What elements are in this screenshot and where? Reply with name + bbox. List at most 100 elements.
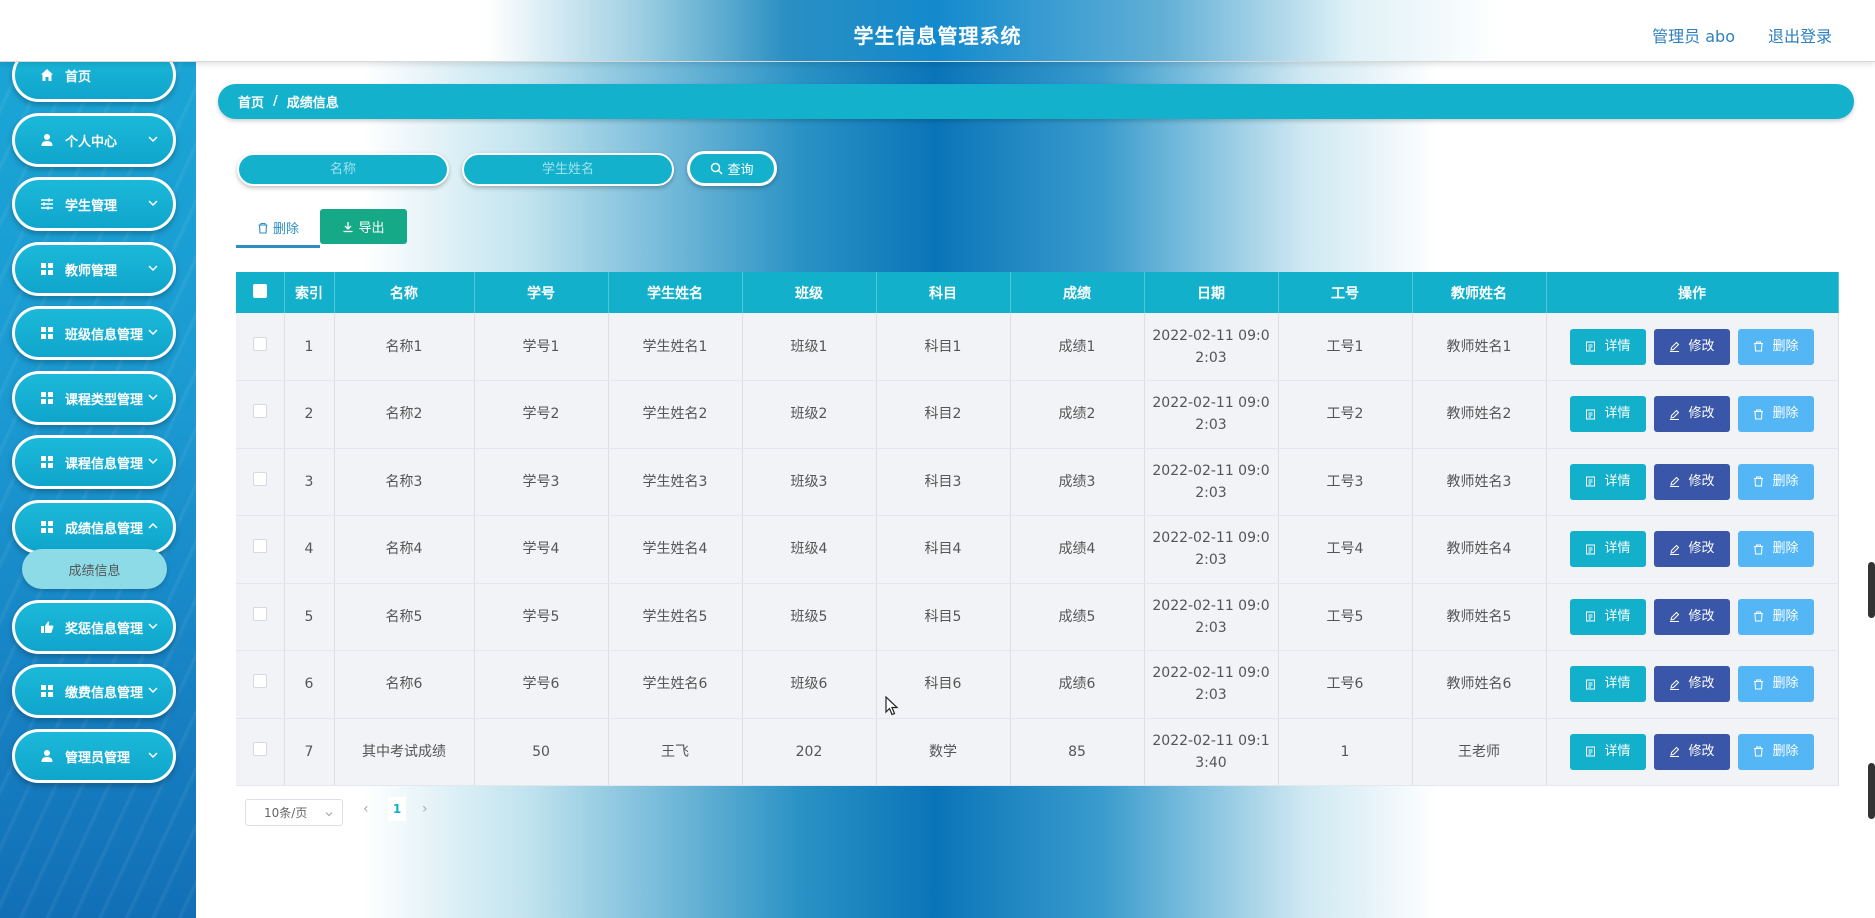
column-header: 班级 bbox=[742, 272, 877, 313]
name-cell: 名称2 bbox=[334, 380, 475, 449]
sidebar-item-admins[interactable]: 管理员管理 bbox=[12, 729, 176, 783]
edit-button[interactable]: 修改 bbox=[1654, 666, 1730, 703]
document-icon bbox=[1585, 341, 1600, 352]
download-icon bbox=[342, 221, 354, 233]
pencil-icon bbox=[1669, 341, 1684, 352]
student-cell: 学生姓名3 bbox=[608, 448, 743, 516]
teacher-cell: 教师姓名4 bbox=[1412, 515, 1547, 584]
sid-cell: 50 bbox=[474, 718, 609, 786]
delete-button[interactable]: 删除 bbox=[1738, 598, 1814, 635]
name-cell: 名称5 bbox=[334, 583, 475, 651]
row-checkbox[interactable] bbox=[252, 404, 267, 419]
chevron-down-icon bbox=[147, 197, 159, 213]
detail-button[interactable]: 详情 bbox=[1570, 531, 1646, 568]
row-checkbox[interactable] bbox=[252, 606, 267, 621]
tid-cell: 工号1 bbox=[1278, 313, 1413, 381]
search-button[interactable]: 查询 bbox=[687, 151, 777, 186]
mouse-cursor-icon bbox=[885, 695, 899, 720]
detail-button[interactable]: 详情 bbox=[1570, 463, 1646, 500]
edit-button[interactable]: 修改 bbox=[1654, 598, 1730, 635]
edit-button-label: 修改 bbox=[1688, 338, 1715, 354]
breadcrumb-home[interactable]: 首页 bbox=[238, 92, 264, 111]
table-row: 1 名称1 学号1 学生姓名1 班级1 科目1 成绩1 2022-02-11 09:0 2:03… bbox=[236, 313, 1839, 381]
select-all-header bbox=[236, 272, 285, 313]
sidebar-item-label: 教师管理 bbox=[65, 263, 118, 279]
detail-button-label: 详情 bbox=[1604, 608, 1631, 624]
sidebar-item-courses[interactable]: 课程信息管理 bbox=[12, 435, 176, 489]
row-checkbox[interactable] bbox=[252, 471, 267, 486]
chevron-down-icon bbox=[147, 455, 159, 471]
delete-button[interactable]: 删除 bbox=[1738, 396, 1814, 433]
sidebar-item-grades[interactable]: 成绩信息管理 bbox=[12, 500, 176, 554]
date-cell: 2022-02-11 09:0 2:03 bbox=[1144, 448, 1279, 516]
sidebar-item-home[interactable]: 首页 bbox=[12, 62, 176, 102]
export-label: 导出 bbox=[358, 221, 385, 236]
score-cell: 成绩2 bbox=[1010, 380, 1145, 449]
edit-button[interactable]: 修改 bbox=[1654, 396, 1730, 433]
breadcrumb: 首页 / 成绩信息 bbox=[218, 84, 1854, 119]
column-header: 操作 bbox=[1546, 272, 1839, 313]
batch-delete-button[interactable]: 删除 bbox=[236, 210, 320, 248]
prev-page-button[interactable]: ‹ bbox=[363, 801, 369, 817]
trash-icon bbox=[1753, 746, 1768, 757]
edit-button[interactable]: 修改 bbox=[1654, 463, 1730, 500]
row-actions-cell: 详情 修改 删除 bbox=[1546, 313, 1839, 381]
date-cell: 2022-02-11 09:1 3:40 bbox=[1144, 718, 1279, 786]
date-cell: 2022-02-11 09:0 2:03 bbox=[1144, 583, 1279, 651]
class-cell: 班级5 bbox=[742, 583, 877, 651]
chevron-down-icon bbox=[147, 749, 159, 765]
edit-button[interactable]: 修改 bbox=[1654, 531, 1730, 568]
delete-button[interactable]: 删除 bbox=[1738, 733, 1814, 770]
subject-cell: 科目4 bbox=[876, 515, 1011, 584]
index-cell: 5 bbox=[284, 583, 335, 651]
delete-button[interactable]: 删除 bbox=[1738, 328, 1814, 365]
sid-cell: 学号3 bbox=[474, 448, 609, 516]
sidebar-item-profile[interactable]: 个人中心 bbox=[12, 113, 176, 167]
detail-button[interactable]: 详情 bbox=[1570, 666, 1646, 703]
sidebar-item-rewards[interactable]: 奖惩信息管理 bbox=[12, 600, 176, 654]
student-name-search-input[interactable]: 学生姓名 bbox=[462, 153, 674, 186]
export-button[interactable]: 导出 bbox=[320, 209, 407, 244]
scrollbar-thumb[interactable] bbox=[1868, 763, 1875, 819]
chevron-down-icon bbox=[147, 620, 159, 636]
date-line-1: 2022-02-11 09:0 bbox=[1152, 530, 1270, 547]
class-cell: 班级4 bbox=[742, 515, 877, 584]
edit-button[interactable]: 修改 bbox=[1654, 733, 1730, 770]
sidebar-subitem-grade-info[interactable]: 成绩信息 bbox=[22, 549, 167, 589]
sidebar-item-label: 课程信息管理 bbox=[65, 456, 144, 472]
detail-button[interactable]: 详情 bbox=[1570, 328, 1646, 365]
row-checkbox[interactable] bbox=[252, 741, 267, 756]
row-checkbox[interactable] bbox=[252, 674, 267, 689]
sidebar-item-students[interactable]: 学生管理 bbox=[12, 177, 176, 231]
next-page-button[interactable]: › bbox=[422, 801, 428, 817]
row-checkbox[interactable] bbox=[252, 336, 267, 351]
sidebar-item-fees[interactable]: 缴费信息管理 bbox=[12, 664, 176, 718]
row-checkbox[interactable] bbox=[252, 539, 267, 554]
trash-icon bbox=[1753, 544, 1768, 555]
logout-link[interactable]: 退出登录 bbox=[1768, 23, 1832, 47]
tid-cell: 工号6 bbox=[1278, 650, 1413, 719]
sidebar-item-course-types[interactable]: 课程类型管理 bbox=[12, 371, 176, 425]
index-cell: 1 bbox=[284, 313, 335, 381]
detail-button[interactable]: 详情 bbox=[1570, 396, 1646, 433]
page-size-select[interactable]: 10条/页 bbox=[245, 799, 343, 826]
grid-icon bbox=[39, 683, 55, 699]
delete-button[interactable]: 删除 bbox=[1738, 531, 1814, 568]
scrollbar-thumb[interactable] bbox=[1868, 562, 1875, 618]
teacher-cell: 王老师 bbox=[1412, 718, 1547, 786]
delete-button[interactable]: 删除 bbox=[1738, 463, 1814, 500]
sidebar-item-teachers[interactable]: 教师管理 bbox=[12, 242, 176, 296]
select-all-checkbox[interactable] bbox=[252, 283, 267, 298]
detail-button[interactable]: 详情 bbox=[1570, 598, 1646, 635]
date-line-1: 2022-02-11 09:0 bbox=[1152, 395, 1270, 412]
page-number-button[interactable]: 1 bbox=[388, 797, 406, 821]
sliders-icon bbox=[39, 196, 55, 212]
delete-button[interactable]: 删除 bbox=[1738, 666, 1814, 703]
column-header: 索引 bbox=[284, 272, 335, 313]
breadcrumb-current: 成绩信息 bbox=[286, 96, 339, 111]
edit-button[interactable]: 修改 bbox=[1654, 328, 1730, 365]
score-cell: 成绩1 bbox=[1010, 313, 1145, 381]
detail-button[interactable]: 详情 bbox=[1570, 733, 1646, 770]
name-search-input[interactable]: 名称 bbox=[237, 153, 449, 186]
sidebar-item-classes[interactable]: 班级信息管理 bbox=[12, 306, 176, 360]
